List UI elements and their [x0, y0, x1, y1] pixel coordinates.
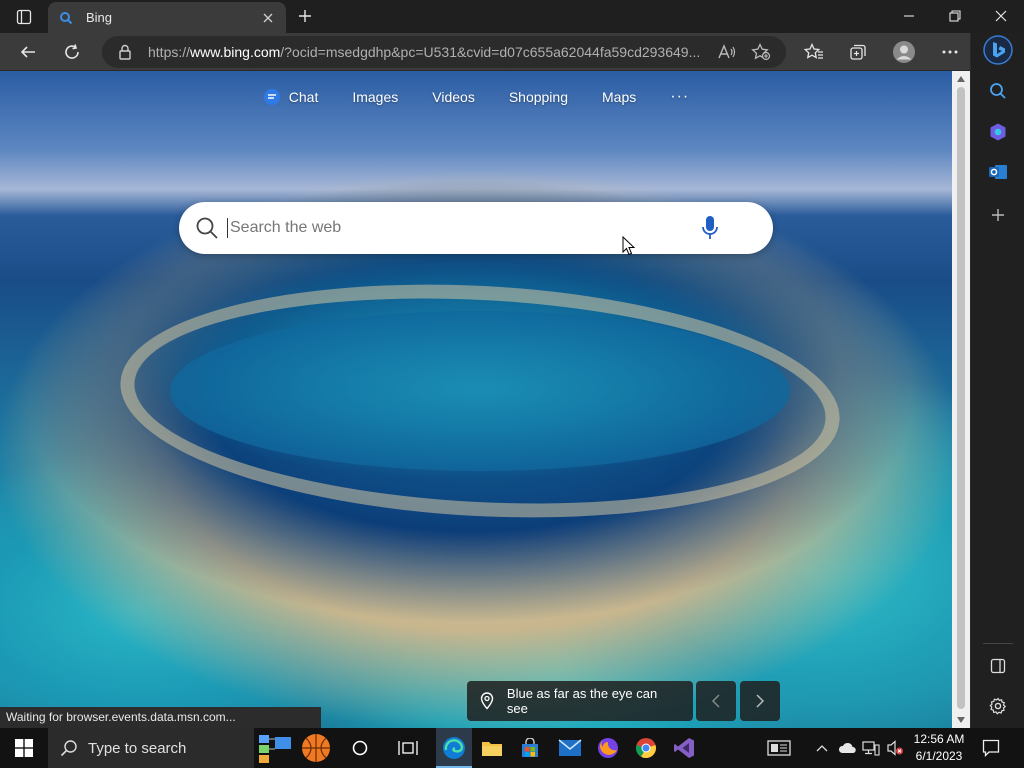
- tray-clock[interactable]: 12:56 AM 6/1/2023: [912, 731, 966, 765]
- nav-more[interactable]: ···: [653, 85, 706, 109]
- visual-studio-icon[interactable]: [666, 728, 702, 768]
- back-button[interactable]: [12, 37, 44, 67]
- network-icon[interactable]: [860, 728, 882, 768]
- taskbar-search[interactable]: Type to search: [48, 728, 254, 768]
- microsoft-store-icon[interactable]: [512, 728, 548, 768]
- notifications-icon[interactable]: [976, 728, 1006, 768]
- widgets-basketball-icon[interactable]: [256, 728, 336, 768]
- nav-maps[interactable]: Maps: [585, 85, 653, 109]
- address-bar[interactable]: https://www.bing.com/?ocid=msedgdhp&pc=U…: [102, 36, 786, 68]
- nav-shopping[interactable]: Shopping: [492, 85, 585, 109]
- copilot-sidebar-icon[interactable]: [983, 117, 1013, 147]
- search-box: [179, 202, 773, 254]
- close-window-button[interactable]: [978, 0, 1024, 32]
- nav-videos[interactable]: Videos: [415, 85, 492, 109]
- tray-chevron-up-icon[interactable]: [812, 728, 832, 768]
- onedrive-cloud-icon[interactable]: [836, 728, 858, 768]
- windows-taskbar: Type to search 12:56 AM 6/1/2023: [0, 728, 1024, 768]
- edge-sidebar: [970, 33, 1024, 728]
- taskbar-search-icon: [60, 740, 77, 757]
- collections-button[interactable]: [842, 37, 874, 67]
- file-explorer-icon[interactable]: [474, 728, 510, 768]
- previous-image-button[interactable]: [696, 681, 736, 721]
- tab-strip: Bing: [0, 0, 1024, 33]
- cortana-circle-icon[interactable]: [342, 728, 378, 768]
- chat-bubble-icon: [263, 89, 280, 105]
- restore-button[interactable]: [932, 0, 978, 32]
- url-text[interactable]: https://www.bing.com/?ocid=msedgdhp&pc=U…: [148, 44, 708, 60]
- background-reef: [114, 267, 846, 535]
- nav-images[interactable]: Images: [335, 85, 415, 109]
- mail-icon[interactable]: [552, 728, 588, 768]
- nav-chat[interactable]: Chat: [246, 85, 336, 109]
- edge-taskbar-icon[interactable]: [436, 728, 472, 768]
- browser-toolbar: https://www.bing.com/?ocid=msedgdhp&pc=U…: [0, 33, 1024, 71]
- news-taskbar-icon[interactable]: [762, 728, 796, 768]
- firefox-icon[interactable]: [590, 728, 626, 768]
- microphone-icon[interactable]: [693, 211, 727, 245]
- volume-muted-icon[interactable]: [884, 728, 906, 768]
- more-options-button[interactable]: [934, 37, 966, 67]
- caption-text: Blue as far as the eye can see: [506, 686, 658, 716]
- location-pin-icon: [479, 692, 495, 710]
- refresh-button[interactable]: [56, 37, 88, 67]
- scroll-up-icon[interactable]: [956, 74, 966, 84]
- settings-gear-icon[interactable]: [983, 691, 1013, 721]
- tab-close-icon[interactable]: [260, 10, 276, 26]
- add-sidebar-app-icon[interactable]: [983, 200, 1013, 230]
- bing-copilot-button[interactable]: [983, 35, 1013, 65]
- search-icon[interactable]: [193, 214, 221, 242]
- chrome-icon[interactable]: [628, 728, 664, 768]
- read-aloud-icon[interactable]: [712, 38, 742, 66]
- scroll-thumb[interactable]: [957, 87, 965, 709]
- mouse-cursor-icon: [622, 236, 636, 256]
- status-bar: Waiting for browser.events.data.msn.com.…: [0, 707, 321, 728]
- tab-title: Bing: [86, 10, 113, 25]
- start-windows-icon[interactable]: [0, 728, 48, 768]
- search-sidebar-icon[interactable]: [983, 76, 1013, 106]
- page-viewport: Chat Images Videos Shopping Maps ··· Blu…: [0, 71, 952, 728]
- task-view-icon[interactable]: [390, 728, 426, 768]
- image-caption[interactable]: Blue as far as the eye can see: [467, 681, 693, 721]
- tab-bing[interactable]: Bing: [48, 2, 286, 33]
- new-tab-button[interactable]: [292, 4, 318, 28]
- search-favicon-icon: [58, 10, 74, 26]
- taskbar-search-placeholder: Type to search: [88, 739, 187, 757]
- add-favorite-icon[interactable]: [746, 38, 776, 66]
- bing-nav: Chat Images Videos Shopping Maps ···: [0, 85, 952, 109]
- page-scrollbar[interactable]: [952, 71, 970, 728]
- tab-actions-icon[interactable]: [8, 5, 40, 29]
- search-input[interactable]: [227, 218, 693, 238]
- profile-avatar[interactable]: [888, 37, 920, 67]
- scroll-down-icon[interactable]: [956, 715, 966, 725]
- sidebar-divider: [983, 643, 1013, 644]
- outlook-icon[interactable]: [983, 157, 1013, 187]
- favorites-button[interactable]: [798, 37, 830, 67]
- minimize-button[interactable]: [886, 0, 932, 32]
- lock-icon[interactable]: [116, 43, 134, 61]
- next-image-button[interactable]: [740, 681, 780, 721]
- hide-sidebar-icon[interactable]: [983, 651, 1013, 681]
